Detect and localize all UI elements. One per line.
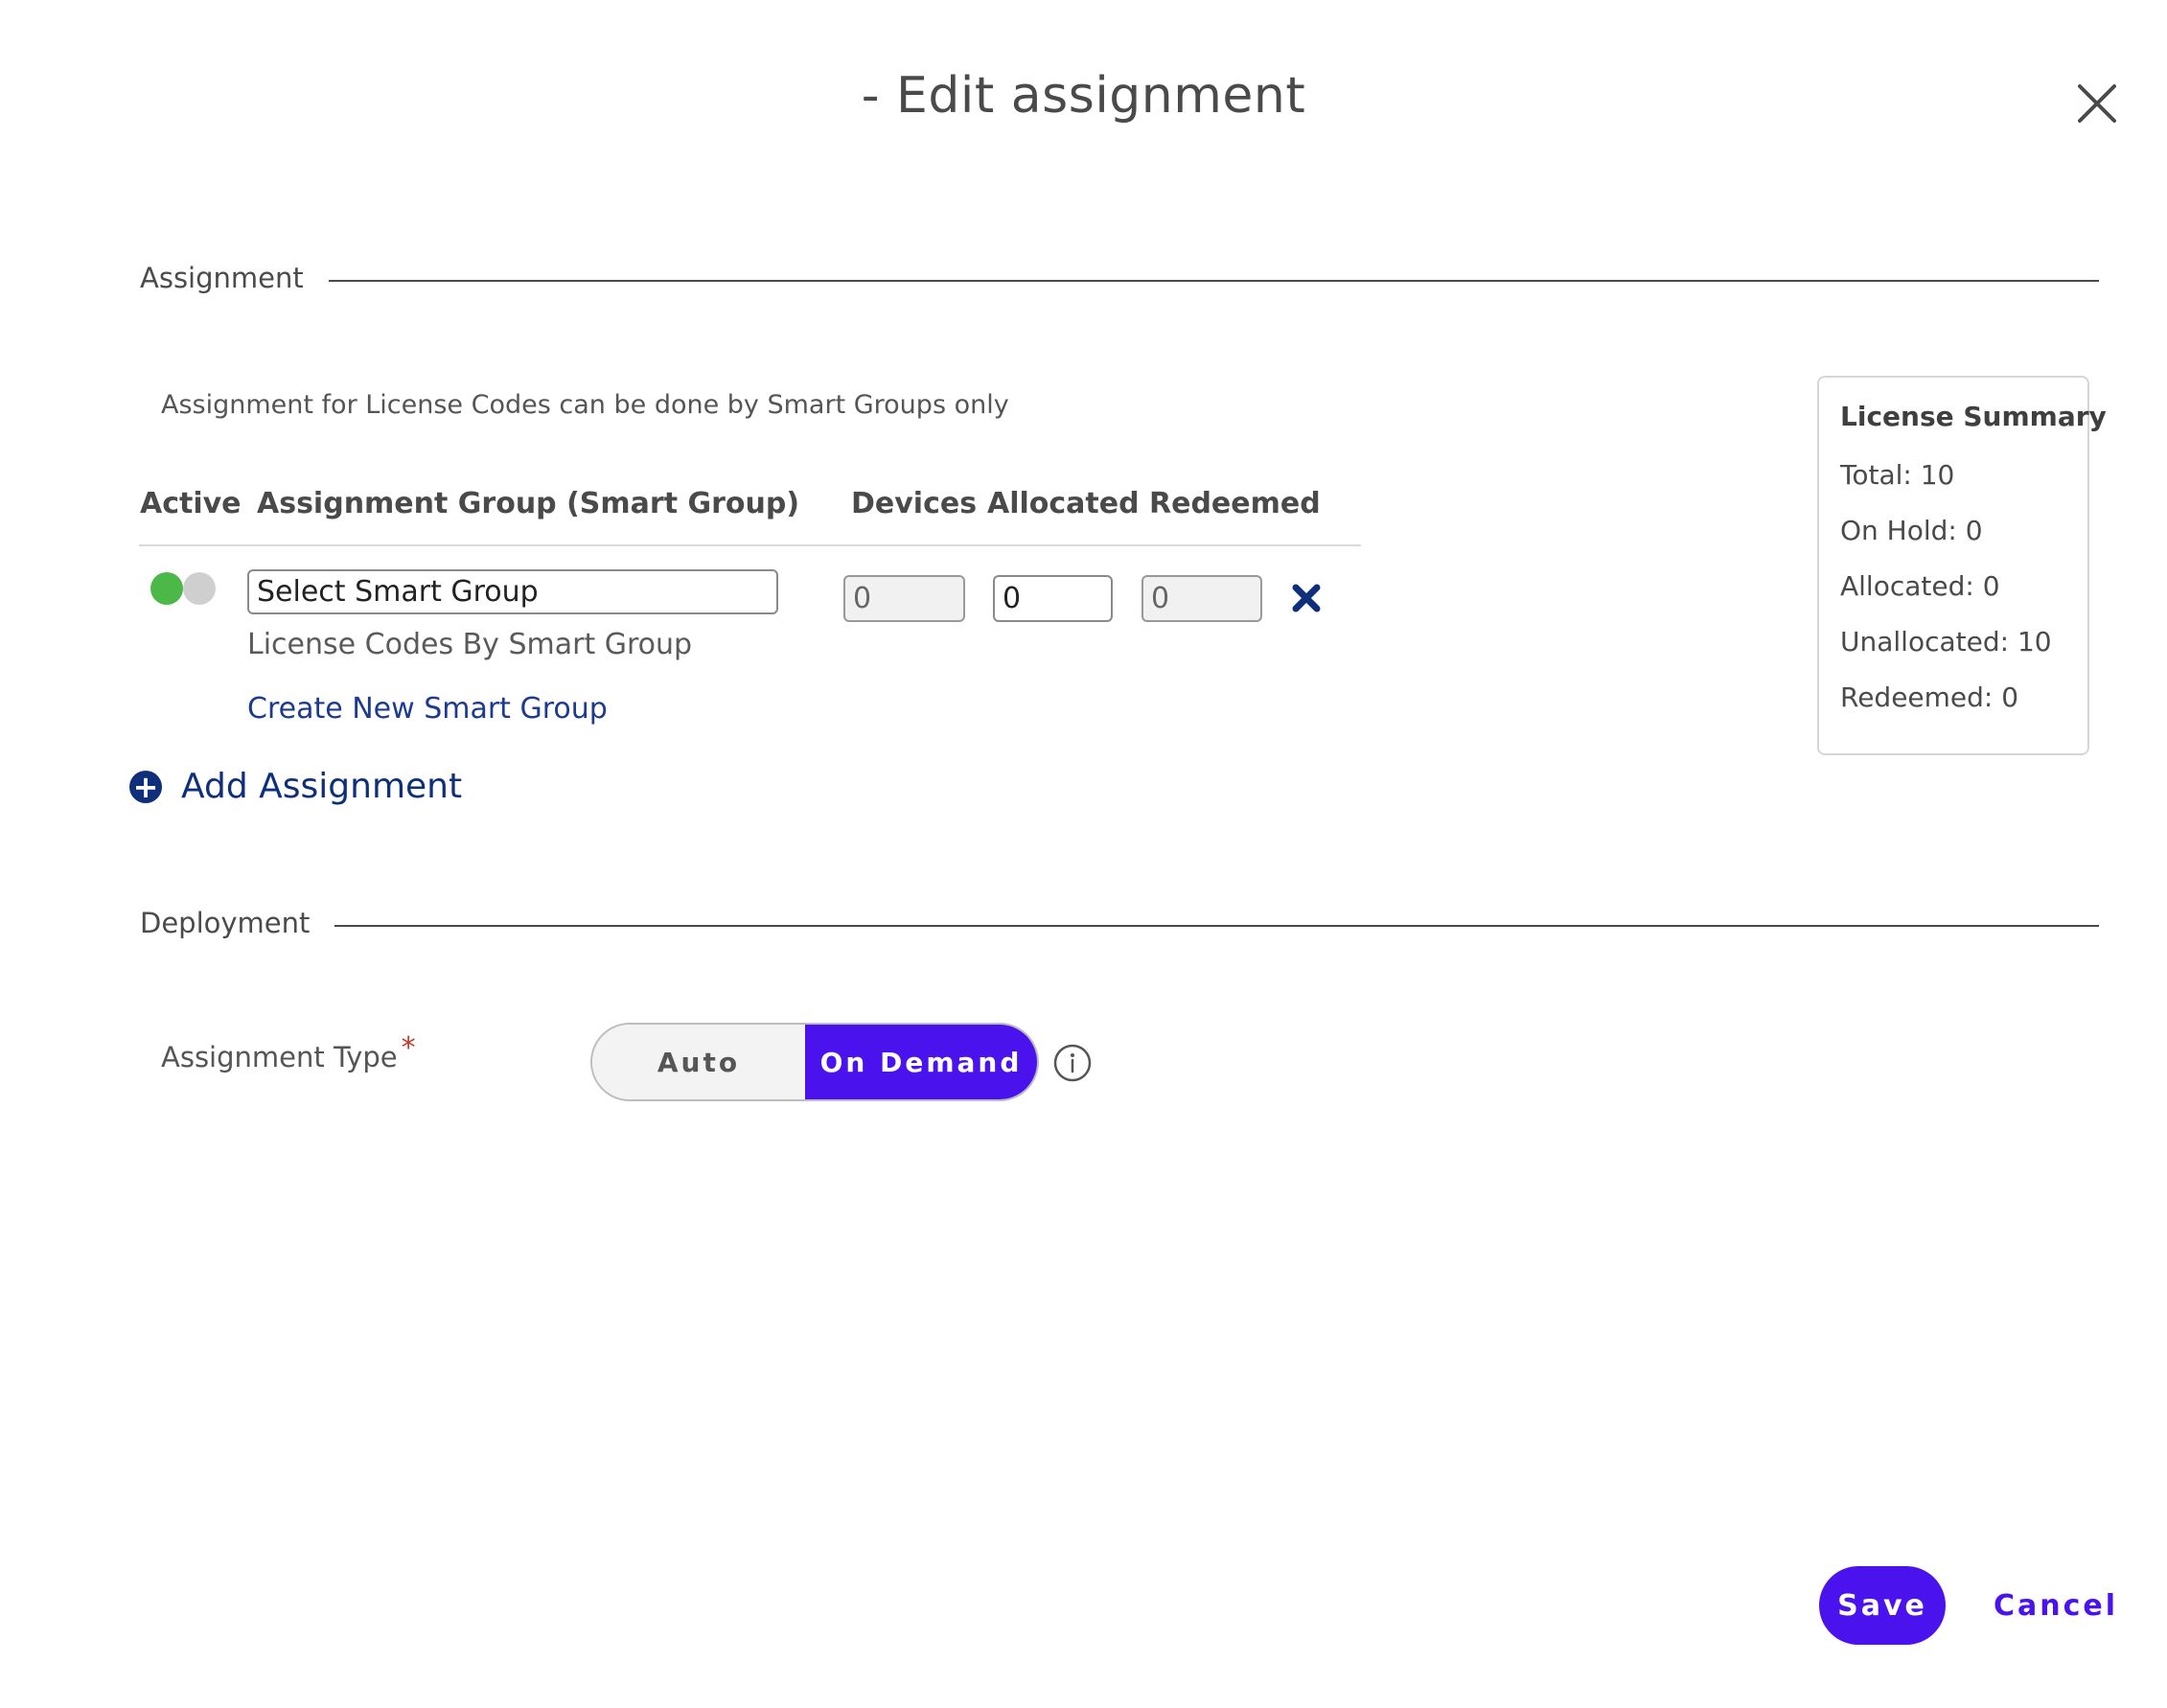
plus-circle-icon: + <box>129 770 162 803</box>
deployment-section-title: Deployment <box>140 907 335 939</box>
add-assignment-button[interactable]: + Add Assignment <box>129 767 462 806</box>
assignment-type-segmented-control[interactable]: Auto On Demand <box>590 1023 1039 1101</box>
toggle-off-dot <box>183 572 216 605</box>
active-toggle[interactable] <box>149 572 225 605</box>
allocated-field[interactable] <box>993 575 1113 622</box>
add-assignment-label: Add Assignment <box>181 767 463 806</box>
remove-assignment-button[interactable] <box>1290 582 1323 614</box>
cancel-button[interactable]: Cancel <box>1984 1566 2128 1645</box>
assignment-section-title: Assignment <box>140 262 329 294</box>
required-marker: * <box>401 1031 416 1065</box>
smart-group-input[interactable] <box>247 569 778 614</box>
assignment-note: Assignment for License Codes can be done… <box>161 390 1009 420</box>
license-summary-title: License Summary <box>1840 401 2107 432</box>
column-header-assignment-group: Assignment Group (Smart Group) <box>257 487 800 520</box>
assignment-type-text: Assignment Type <box>161 1041 398 1073</box>
assignment-type-label: Assignment Type * <box>161 1031 416 1074</box>
summary-on-hold: On Hold: 0 <box>1840 515 1983 546</box>
summary-allocated: Allocated: 0 <box>1840 570 2000 602</box>
license-summary-panel: License Summary Total: 10 On Hold: 0 All… <box>1817 376 2107 755</box>
summary-unallocated: Unallocated: 10 <box>1840 626 2052 658</box>
column-header-allocated: Allocated <box>987 487 1140 520</box>
create-smart-group-link[interactable]: Create New Smart Group <box>247 692 608 726</box>
save-button[interactable]: Save <box>1819 1566 1946 1645</box>
close-icon <box>2078 84 2116 123</box>
column-header-redeemed: Redeemed <box>1149 487 1321 520</box>
info-icon[interactable] <box>1052 1043 1093 1083</box>
column-header-devices: Devices <box>851 487 978 520</box>
assignment-type-on-demand[interactable]: On Demand <box>805 1025 1037 1099</box>
table-header-divider <box>139 544 1361 546</box>
dialog-title: - Edit assignment <box>861 67 1306 125</box>
license-codes-label: License Codes By Smart Group <box>247 628 693 661</box>
redeemed-field <box>1141 575 1262 622</box>
assignment-type-auto[interactable]: Auto <box>592 1025 805 1099</box>
column-header-active: Active <box>140 487 242 520</box>
summary-redeemed: Redeemed: 0 <box>1840 681 2019 713</box>
deployment-section-divider <box>332 925 2099 927</box>
assignment-section-divider <box>324 280 2099 282</box>
summary-total: Total: 10 <box>1840 459 1955 491</box>
close-x-icon <box>1292 584 1321 612</box>
devices-field <box>843 575 965 622</box>
close-button[interactable] <box>2070 77 2124 130</box>
toggle-on-dot <box>150 572 183 605</box>
